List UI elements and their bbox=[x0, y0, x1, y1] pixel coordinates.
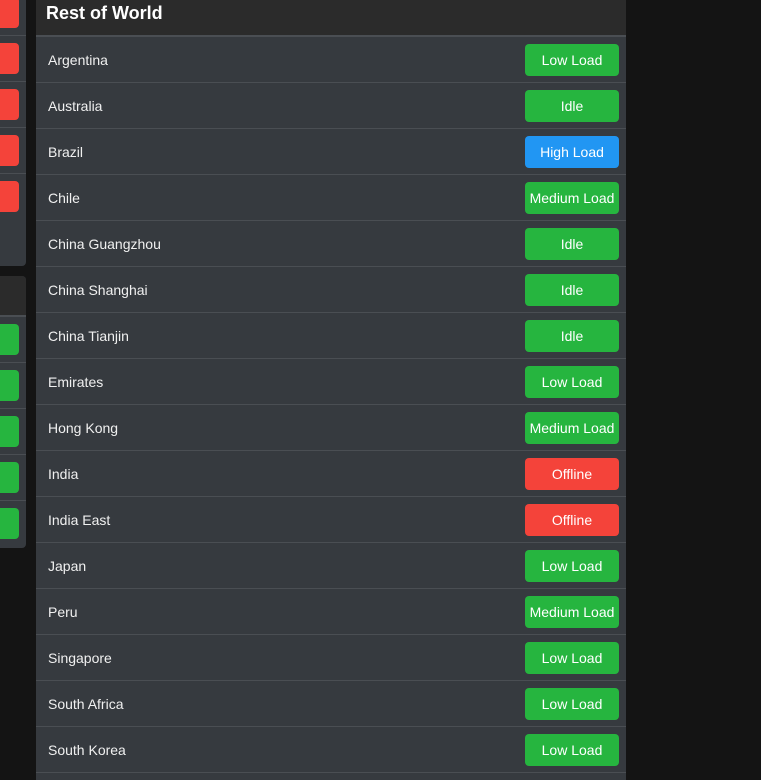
status-badge[interactable] bbox=[0, 462, 19, 493]
region-row bbox=[0, 501, 26, 547]
region-name: South Africa bbox=[48, 695, 124, 712]
region-list: Argentina Low Load Australia Idle Brazil High… bbox=[36, 37, 626, 773]
region-name: Chile bbox=[48, 189, 80, 206]
status-badge[interactable] bbox=[0, 43, 19, 74]
status-badge[interactable] bbox=[0, 324, 19, 355]
region-name: China Tianjin bbox=[48, 327, 129, 344]
status-badge[interactable] bbox=[0, 370, 19, 401]
region-row bbox=[0, 455, 26, 501]
region-row bbox=[0, 36, 26, 82]
region-row: India Offline bbox=[36, 451, 626, 497]
region-row: Argentina Low Load bbox=[36, 37, 626, 83]
status-badge[interactable]: Medium Load bbox=[525, 181, 619, 214]
panel-header: Rest of World bbox=[36, 0, 626, 37]
status-badge[interactable]: Idle bbox=[525, 89, 619, 122]
status-badge[interactable]: Low Load bbox=[525, 641, 619, 674]
region-row: Singapore Low Load bbox=[36, 635, 626, 681]
status-badge[interactable]: Idle bbox=[525, 319, 619, 352]
region-row: Japan Low Load bbox=[36, 543, 626, 589]
region-row bbox=[0, 174, 26, 220]
status-badge[interactable]: Offline bbox=[525, 457, 619, 490]
region-row: Australia Idle bbox=[36, 83, 626, 129]
status-badge[interactable]: Low Load bbox=[525, 365, 619, 398]
region-name: Argentina bbox=[48, 51, 108, 68]
region-name: Hong Kong bbox=[48, 419, 119, 436]
region-row: Emirates Low Load bbox=[36, 359, 626, 405]
status-badge[interactable] bbox=[0, 508, 19, 539]
status-badge[interactable]: Low Load bbox=[525, 549, 619, 582]
region-row: China Guangzhou Idle bbox=[36, 221, 626, 267]
region-row: China Shanghai Idle bbox=[36, 267, 626, 313]
region-name: South Korea bbox=[48, 741, 126, 758]
region-row bbox=[0, 363, 26, 409]
region-name: Brazil bbox=[48, 143, 84, 160]
status-badge[interactable] bbox=[0, 416, 19, 447]
rest-of-world-panel: Rest of World Argentina Low Load Australia… bbox=[36, 0, 626, 780]
status-badge[interactable]: Low Load bbox=[525, 733, 619, 766]
left-region-panel-top bbox=[0, 0, 26, 266]
region-name: China Shanghai bbox=[48, 281, 148, 298]
region-row bbox=[0, 317, 26, 363]
region-row: Chile Medium Load bbox=[36, 175, 626, 221]
region-row: Hong Kong Medium Load bbox=[36, 405, 626, 451]
status-badge[interactable] bbox=[0, 135, 19, 166]
status-badge[interactable] bbox=[0, 0, 19, 28]
region-row: South Africa Low Load bbox=[36, 681, 626, 727]
panel-title: Rest of World bbox=[46, 3, 163, 23]
region-row bbox=[0, 0, 26, 36]
region-row bbox=[0, 409, 26, 455]
region-name: Japan bbox=[48, 557, 87, 574]
status-badge[interactable] bbox=[0, 89, 19, 120]
status-badge[interactable]: High Load bbox=[525, 135, 619, 168]
status-badge[interactable]: Medium Load bbox=[525, 411, 619, 444]
region-row bbox=[0, 82, 26, 128]
region-name: India East bbox=[48, 511, 111, 528]
status-badge[interactable]: Idle bbox=[525, 227, 619, 260]
status-badge[interactable]: Offline bbox=[525, 503, 619, 536]
region-name: Peru bbox=[48, 603, 78, 620]
region-name: Emirates bbox=[48, 373, 104, 390]
region-row: South Korea Low Load bbox=[36, 727, 626, 773]
status-badge[interactable] bbox=[0, 181, 19, 212]
left-panel-header bbox=[0, 276, 26, 317]
region-name: Singapore bbox=[48, 649, 112, 666]
region-name: India bbox=[48, 465, 79, 482]
region-name: Australia bbox=[48, 97, 103, 114]
status-badge[interactable]: Idle bbox=[525, 273, 619, 306]
status-badge[interactable]: Low Load bbox=[525, 687, 619, 720]
region-row: Peru Medium Load bbox=[36, 589, 626, 635]
region-name: China Guangzhou bbox=[48, 235, 161, 252]
status-badge[interactable]: Medium Load bbox=[525, 595, 619, 628]
region-row: India East Offline bbox=[36, 497, 626, 543]
status-badge[interactable]: Low Load bbox=[525, 43, 619, 76]
region-row: Brazil High Load bbox=[36, 129, 626, 175]
left-region-panel-bottom bbox=[0, 276, 26, 548]
region-row: China Tianjin Idle bbox=[36, 313, 626, 359]
region-row bbox=[0, 128, 26, 174]
